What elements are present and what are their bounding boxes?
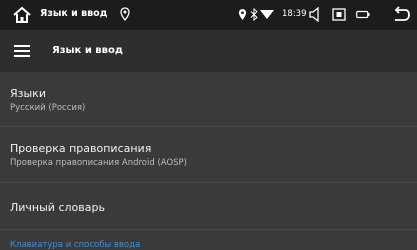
- location-icon: [238, 9, 247, 20]
- status-bar-title: Язык и ввод: [40, 8, 108, 19]
- home-icon[interactable]: [12, 5, 32, 25]
- list-item-languages[interactable]: Языки Русский (Россия): [0, 72, 417, 126]
- page-title: Язык и ввод: [52, 45, 123, 56]
- list-item-spellcheck[interactable]: Проверка правописания Проверка правописа…: [0, 127, 417, 182]
- list-item-title: Проверка правописания: [10, 142, 152, 155]
- list-item-title: Личный словарь: [10, 201, 105, 214]
- location-icon: [120, 7, 130, 21]
- status-time: 18:39: [282, 9, 307, 19]
- section-header-keyboard: Клавиатура и способы ввода: [10, 240, 141, 250]
- volume-icon[interactable]: [308, 7, 322, 22]
- list-item-title: Языки: [10, 87, 46, 100]
- back-icon[interactable]: [392, 6, 410, 23]
- bluetooth-icon: [250, 8, 258, 21]
- divider: [0, 229, 417, 230]
- wifi-icon: [260, 10, 274, 19]
- battery-icon: [356, 10, 370, 19]
- status-bar: Язык и ввод 18:39: [0, 0, 417, 30]
- screenshot-icon[interactable]: [332, 8, 346, 21]
- app-toolbar: Язык и ввод: [0, 30, 417, 72]
- list-item-subtitle: Проверка правописания Android (AOSP): [10, 158, 187, 168]
- list-item-subtitle: Русский (Россия): [10, 103, 86, 113]
- list-item-personal-dictionary[interactable]: Личный словарь: [0, 183, 417, 229]
- hamburger-menu-icon[interactable]: [14, 45, 30, 57]
